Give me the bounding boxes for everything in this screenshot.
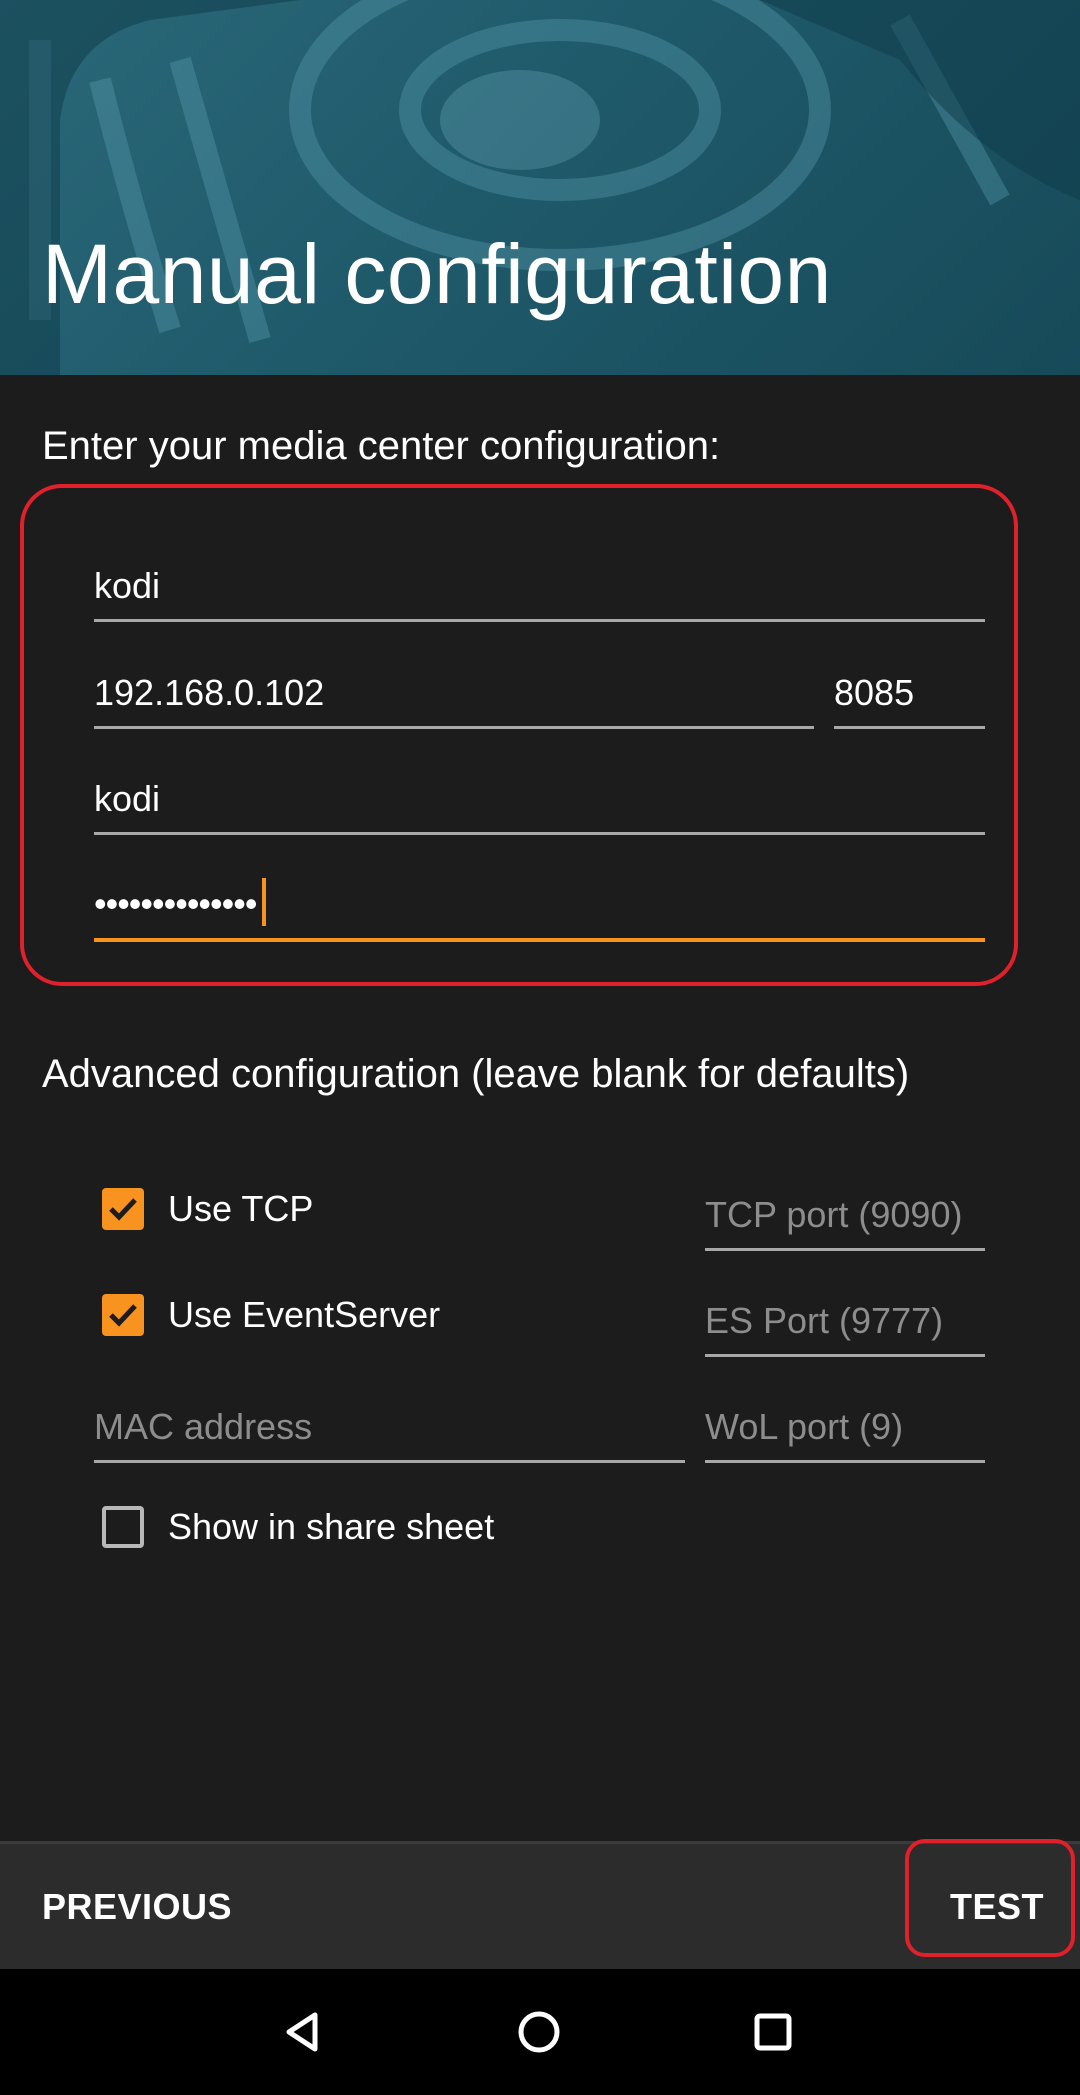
header-banner: Manual configuration xyxy=(0,0,1080,375)
tcp-port-placeholder: TCP port (9090) xyxy=(705,1194,963,1235)
es-port-placeholder: ES Port (9777) xyxy=(705,1300,944,1341)
mac-address-placeholder: MAC address xyxy=(94,1406,313,1447)
wol-port-placeholder: WoL port (9) xyxy=(705,1406,904,1447)
use-eventserver-checkbox-row[interactable]: Use EventServer xyxy=(102,1290,440,1340)
use-eventserver-label: Use EventServer xyxy=(168,1294,441,1335)
highlight-box-test xyxy=(905,1839,1075,1957)
intro-label: Enter your media center configuration: xyxy=(42,424,721,468)
es-port-field[interactable]: ES Port (9777) xyxy=(705,1295,985,1357)
back-button[interactable] xyxy=(271,1999,337,2065)
previous-button[interactable]: PREVIOUS xyxy=(42,1844,232,1969)
checkmark-icon xyxy=(109,1198,137,1221)
page-title: Manual configuration xyxy=(42,227,832,321)
back-triangle-icon xyxy=(286,2012,318,2052)
use-tcp-checkbox-row[interactable]: Use TCP xyxy=(102,1184,313,1234)
share-sheet-checkbox-row[interactable]: Show in share sheet xyxy=(102,1502,494,1552)
advanced-label: Advanced configuration (leave blank for … xyxy=(42,1052,910,1096)
highlight-box-config xyxy=(20,484,1018,986)
recents-button[interactable] xyxy=(740,1999,806,2065)
wol-port-field[interactable]: WoL port (9) xyxy=(705,1401,985,1463)
share-sheet-checkbox[interactable] xyxy=(102,1506,144,1548)
use-eventserver-checkbox[interactable] xyxy=(102,1294,144,1336)
recents-square-icon xyxy=(754,2013,792,2051)
share-sheet-label: Show in share sheet xyxy=(168,1506,495,1547)
home-button[interactable] xyxy=(506,1999,572,2065)
mac-address-field[interactable]: MAC address xyxy=(94,1401,685,1463)
use-tcp-checkbox[interactable] xyxy=(102,1188,144,1230)
use-tcp-label: Use TCP xyxy=(168,1188,314,1229)
system-navigation-bar xyxy=(0,1969,1080,2095)
checkmark-icon xyxy=(109,1304,137,1327)
home-circle-icon xyxy=(518,2011,560,2053)
tcp-port-field[interactable]: TCP port (9090) xyxy=(705,1189,985,1251)
